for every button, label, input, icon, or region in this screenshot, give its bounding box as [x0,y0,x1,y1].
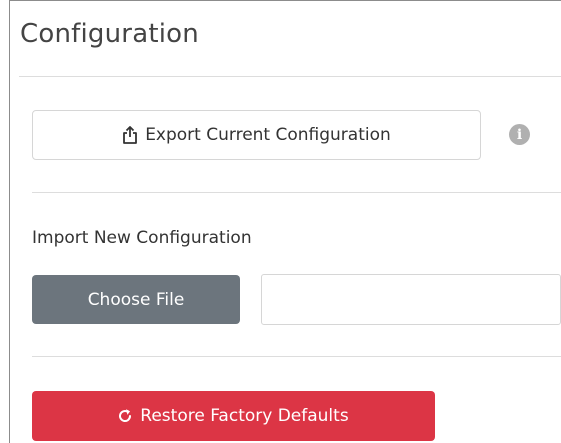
divider [32,356,561,357]
file-name-field[interactable] [261,274,561,325]
panel-title: Configuration [20,19,199,49]
info-icon[interactable]: i [509,124,530,145]
refresh-icon [119,409,132,422]
share-upload-icon [123,126,138,144]
restore-factory-defaults-button[interactable]: Restore Factory Defaults [32,391,435,441]
choose-file-button[interactable]: Choose File [32,275,240,324]
export-configuration-button[interactable]: Export Current Configuration [32,110,481,160]
divider [32,192,561,193]
export-button-label: Export Current Configuration [145,125,391,145]
import-label: Import New Configuration [32,228,252,248]
configuration-panel: Configuration Export Current Configurati… [9,0,561,443]
restore-button-label: Restore Factory Defaults [140,406,349,426]
divider [19,76,561,77]
